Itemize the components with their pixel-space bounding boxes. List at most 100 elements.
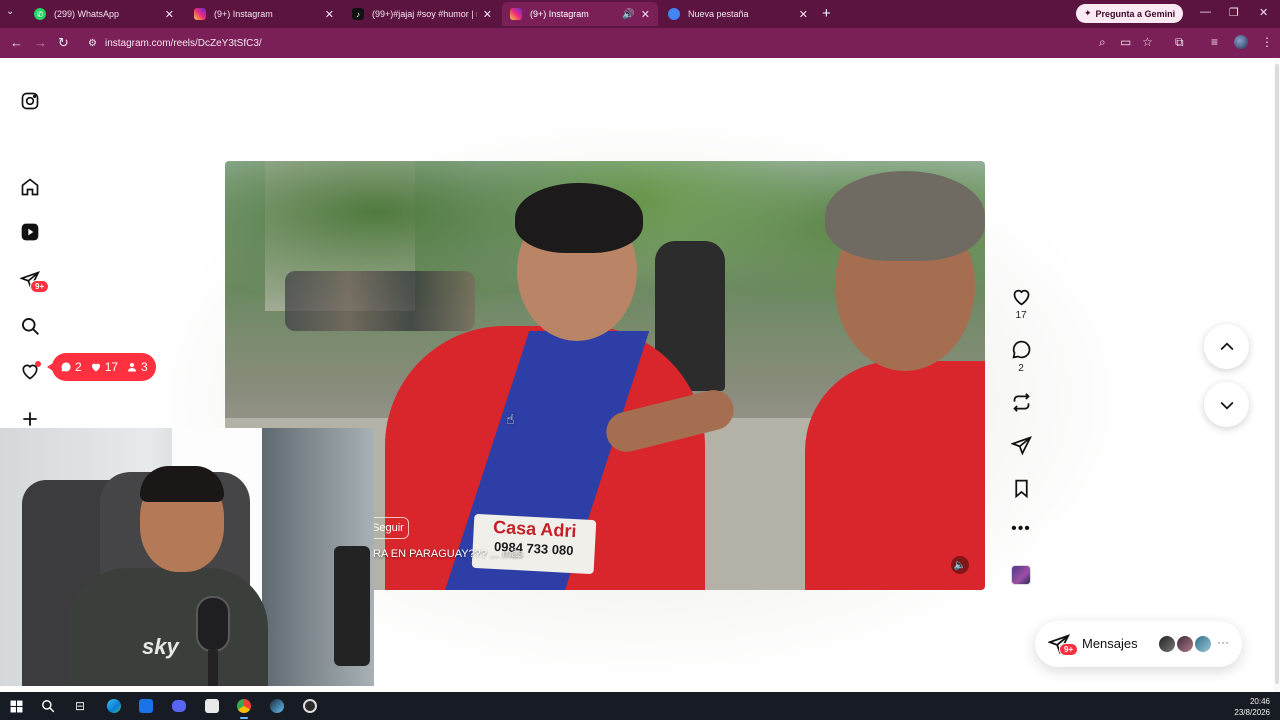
share-action[interactable] <box>1009 435 1033 456</box>
caption-more-link[interactable]: ... más <box>490 548 523 560</box>
restore-icon[interactable]: ❐ <box>1229 6 1239 19</box>
mouse-cursor-icon: ☝ <box>506 411 515 427</box>
notifications-heart-icon[interactable] <box>19 360 41 382</box>
like-action[interactable]: 17 <box>1009 286 1033 321</box>
messages-floating-button[interactable]: 9+ Mensajes ··· <box>1035 621 1242 667</box>
discord-icon[interactable] <box>171 698 187 714</box>
shirt-print: sky <box>142 634 179 659</box>
comments-count-group: 2 <box>60 360 82 374</box>
likes-count: 17 <box>1015 310 1027 321</box>
extensions-icon[interactable]: ⧉ <box>1175 35 1184 50</box>
ellipsis-icon: ••• <box>1011 520 1031 537</box>
steam-icon[interactable] <box>269 698 285 714</box>
windows-taskbar: ⊟ 20:46 23/8/2026 <box>0 692 1280 720</box>
search-icon[interactable] <box>19 315 41 337</box>
like-heart-icon <box>1013 289 1029 306</box>
repost-icon <box>1012 393 1030 412</box>
windows-start-icon[interactable] <box>8 698 24 714</box>
url-text: instagram.com/reels/DcZeY3tSfC3/ <box>104 37 262 49</box>
reel-caption[interactable]: RA EN PARAGUAY??? ... más <box>373 548 523 560</box>
cast-icon[interactable]: ▭ <box>1120 35 1131 49</box>
close-tab-icon[interactable]: ✕ <box>799 8 808 21</box>
profile-avatar[interactable] <box>1234 35 1248 49</box>
tab-instagram-active[interactable]: (9+) Instagram 🔊 ✕ <box>502 2 658 26</box>
share-paper-plane-icon <box>1010 436 1032 456</box>
system-clock[interactable]: 20:46 23/8/2026 <box>1234 696 1270 718</box>
tab-search-chevron-icon[interactable]: ⌄ <box>6 6 14 17</box>
page-scrollbar[interactable] <box>1274 58 1280 692</box>
bottle <box>334 546 370 666</box>
tab-title: (9+) Instagram <box>214 9 273 19</box>
ask-gemini-button[interactable]: ✦ Pregunta a Gemini <box>1076 4 1184 23</box>
streamer-webcam-overlay: sky <box>0 428 374 686</box>
repost-action[interactable] <box>1009 392 1033 413</box>
clock-date: 23/8/2026 <box>1234 708 1270 717</box>
chrome-taskbar-icon[interactable] <box>236 698 252 719</box>
reels-icon[interactable] <box>19 221 41 243</box>
browser-tab-bar: ⌄ ✆ (299) WhatsApp ✕ (9+) Instagram ✕ ♪ … <box>0 0 1280 28</box>
new-tab-plus-icon[interactable]: + <box>822 5 831 22</box>
shirt-sponsor: Casa Adri 0984 733 080 <box>471 513 597 575</box>
taskbar-search-icon[interactable] <box>40 698 56 714</box>
tiktok-icon: ♪ <box>352 8 364 20</box>
gemini-sparkle-icon: ✦ <box>1084 8 1092 18</box>
tab-title: (9+) Instagram <box>530 9 589 19</box>
close-tab-icon[interactable]: ✕ <box>325 8 334 21</box>
comments-count: 2 <box>1018 363 1024 374</box>
chevron-down-icon <box>1220 401 1233 410</box>
messages-bar-badge: 9+ <box>1059 643 1079 656</box>
avatar <box>1175 634 1195 654</box>
tab-instagram-1[interactable]: (9+) Instagram ✕ <box>186 2 342 26</box>
avatar <box>1193 634 1213 654</box>
person-icon <box>128 363 137 372</box>
messages-label: Mensajes <box>1082 636 1138 651</box>
comments-count: 2 <box>75 360 82 374</box>
bookmark-star-icon[interactable]: ☆ <box>1142 35 1153 49</box>
task-view-icon[interactable]: ⊟ <box>72 698 88 714</box>
instagram-logo-icon[interactable] <box>19 90 41 112</box>
tab-whatsapp[interactable]: ✆ (299) WhatsApp ✕ <box>26 2 182 26</box>
address-bar[interactable]: ⚙ instagram.com/reels/DcZeY3tSfC3/ <box>88 33 1088 53</box>
app-icon[interactable] <box>204 698 220 714</box>
create-plus-icon[interactable] <box>19 408 41 430</box>
kebab-menu-icon[interactable]: ⋮ <box>1261 35 1273 49</box>
close-tab-icon[interactable]: ✕ <box>483 8 492 21</box>
obs-icon[interactable] <box>302 698 318 714</box>
likes-count-group: 17 <box>90 360 118 374</box>
more-avatars-icon: ··· <box>1217 635 1229 649</box>
edge-icon[interactable] <box>106 698 122 714</box>
forward-arrow-icon[interactable]: → <box>34 35 47 50</box>
caption-text: RA EN PARAGUAY??? <box>373 548 487 560</box>
reload-icon[interactable]: ↻ <box>58 35 69 51</box>
save-action[interactable] <box>1009 478 1033 499</box>
direct-messages-icon[interactable]: 9+ <box>19 269 50 293</box>
close-tab-icon[interactable]: ✕ <box>165 8 174 21</box>
close-tab-icon[interactable]: ✕ <box>641 8 650 21</box>
previous-reel-button[interactable] <box>1204 324 1249 369</box>
comment-bubble-icon <box>61 362 71 372</box>
browser-toolbar: ← → ↻ ⚙ instagram.com/reels/DcZeY3tSfC3/… <box>0 28 1280 58</box>
tab-tiktok[interactable]: ♪ (99+)#jajaj #soy #humor | no li ✕ <box>344 2 500 26</box>
notification-summary-pill[interactable]: 2 17 3 <box>47 353 156 381</box>
more-options-action[interactable]: ••• <box>1009 520 1033 538</box>
gemini-label: Pregunta a Gemini <box>1095 8 1176 19</box>
close-window-icon[interactable]: ✕ <box>1259 6 1268 19</box>
instagram-icon <box>194 8 206 20</box>
volume-icon[interactable]: 🔈 <box>951 556 969 574</box>
site-info-icon[interactable]: ⚙ <box>88 38 97 49</box>
tab-title: (299) WhatsApp <box>54 9 120 19</box>
minimize-icon[interactable]: — <box>1200 6 1211 18</box>
whatsapp-icon: ✆ <box>34 8 46 20</box>
home-icon[interactable] <box>19 176 41 198</box>
tab-new-tab[interactable]: Nueva pestaña ✕ <box>660 2 816 26</box>
next-reel-button[interactable] <box>1204 382 1249 427</box>
back-arrow-icon[interactable]: ← <box>10 35 23 50</box>
zoom-icon[interactable]: ⌕ <box>1099 35 1106 50</box>
speaker-icon[interactable]: 🔊 <box>622 9 634 20</box>
outlook-icon[interactable] <box>138 698 154 714</box>
tab-title: (99+)#jajaj #soy #humor | no li <box>372 9 477 19</box>
media-controls-icon[interactable]: ≡ <box>1211 35 1218 49</box>
background-crowd <box>285 271 475 331</box>
audio-thumbnail[interactable] <box>1011 565 1031 585</box>
comment-action[interactable]: 2 <box>1009 339 1033 374</box>
